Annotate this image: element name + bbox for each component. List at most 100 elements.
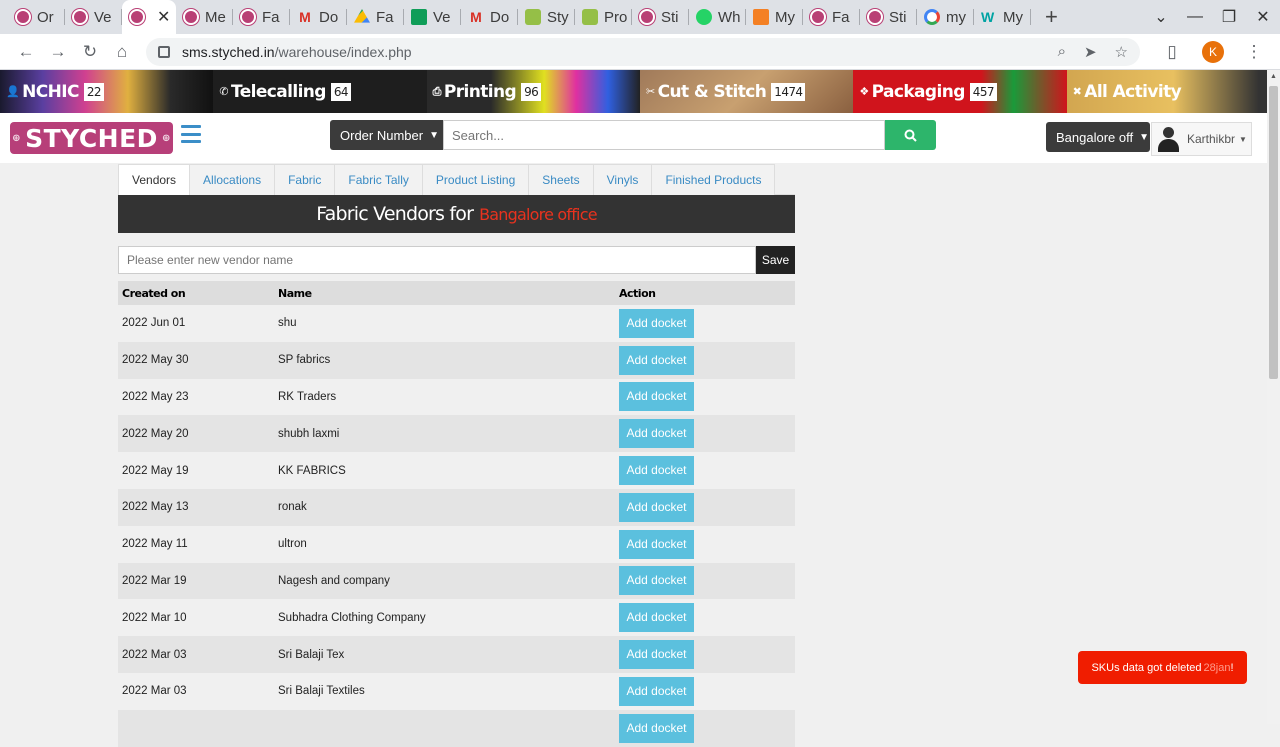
search-input[interactable] bbox=[443, 120, 885, 150]
scroll-up-icon[interactable]: ▲ bbox=[1267, 73, 1280, 80]
browser-tab-label: Sti bbox=[661, 8, 679, 26]
search-type-select[interactable]: Order Number ▼ bbox=[330, 120, 443, 150]
tab-allocations[interactable]: Allocations bbox=[189, 164, 276, 195]
side-panel-icon[interactable]: ▯ bbox=[1156, 42, 1188, 62]
browser-tab[interactable]: Or bbox=[8, 0, 65, 34]
url-host: sms.styched.in bbox=[182, 43, 275, 60]
styched-favicon-icon bbox=[72, 9, 88, 25]
add-docket-button[interactable]: Add docket bbox=[619, 382, 694, 412]
action-cell: Add docket bbox=[619, 308, 795, 338]
browser-tab[interactable]: Ve bbox=[65, 0, 122, 34]
minimize-button[interactable]: — bbox=[1178, 8, 1212, 26]
browser-tab[interactable]: My bbox=[746, 0, 803, 34]
browser-tab-label: my bbox=[946, 8, 966, 26]
profile-avatar[interactable]: K bbox=[1202, 40, 1224, 63]
avatar bbox=[1155, 126, 1181, 152]
browser-tab[interactable]: Pro bbox=[575, 0, 632, 34]
browser-tab[interactable]: Sty bbox=[518, 0, 575, 34]
browser-tab[interactable]: M Do bbox=[461, 0, 518, 34]
search-button[interactable] bbox=[885, 120, 936, 150]
page-scrollbar[interactable]: ▲ bbox=[1267, 70, 1280, 724]
browser-menu-icon[interactable]: ⋮ bbox=[1238, 42, 1270, 62]
lock-icon[interactable] bbox=[158, 45, 170, 58]
tab-finished-products[interactable]: Finished Products bbox=[651, 164, 776, 195]
add-docket-button[interactable]: Add docket bbox=[619, 419, 694, 449]
styched-logo[interactable]: ⊕ STYCHED ⊕ bbox=[10, 122, 173, 154]
add-docket-button[interactable]: Add docket bbox=[619, 492, 694, 522]
add-docket-button[interactable]: Add docket bbox=[619, 529, 694, 559]
browser-tab[interactable]: Sti bbox=[860, 0, 917, 34]
tab-vinyls[interactable]: Vinyls bbox=[592, 164, 653, 195]
url-field[interactable]: sms.styched.in/warehouse/index.php ⌕ ➤ ☆ bbox=[146, 37, 1140, 66]
action-cell: Add docket bbox=[619, 529, 795, 559]
close-tab-icon[interactable]: ✕ bbox=[157, 7, 170, 27]
close-window-button[interactable]: ✕ bbox=[1246, 7, 1280, 27]
banner-count: 64 bbox=[330, 82, 351, 101]
add-docket-button[interactable]: Add docket bbox=[619, 713, 694, 743]
add-docket-button[interactable]: Add docket bbox=[619, 603, 694, 633]
browser-tab[interactable]: W My bbox=[974, 0, 1031, 34]
browser-tab[interactable]: Fa bbox=[347, 0, 404, 34]
browser-tab[interactable]: M Do bbox=[290, 0, 347, 34]
home-icon[interactable]: ⌂ bbox=[106, 42, 138, 62]
tab-product-listing[interactable]: Product Listing bbox=[421, 164, 530, 195]
created-on-cell: 2022 May 23 bbox=[122, 390, 189, 403]
new-tab-button[interactable]: + bbox=[1045, 4, 1065, 30]
back-icon[interactable]: ← bbox=[10, 42, 42, 62]
browser-tab[interactable]: Fa bbox=[803, 0, 860, 34]
add-docket-button[interactable]: Add docket bbox=[619, 456, 694, 486]
banner-nchic[interactable]: 👤 NCHIC 22 bbox=[0, 70, 214, 113]
vendor-name-input[interactable] bbox=[118, 246, 756, 274]
restore-button[interactable]: ❐ bbox=[1212, 7, 1246, 27]
zoom-icon[interactable]: ⌕ bbox=[1058, 43, 1066, 61]
tab-fabric-tally[interactable]: Fabric Tally bbox=[334, 164, 423, 195]
vendor-name-cell: Nagesh and company bbox=[278, 574, 390, 587]
add-docket-button[interactable]: Add docket bbox=[619, 308, 694, 338]
add-docket-button[interactable]: Add docket bbox=[619, 345, 694, 375]
user-menu[interactable]: Karthikbr ▼ bbox=[1151, 122, 1252, 156]
add-docket-button[interactable]: Add docket bbox=[619, 676, 694, 706]
column-header: Name bbox=[278, 286, 312, 300]
browser-tab[interactable]: Fa bbox=[233, 0, 290, 34]
office-select[interactable]: Bangalore off ▼ bbox=[1046, 122, 1150, 152]
banner-count: 96 bbox=[521, 82, 542, 101]
browser-tab[interactable]: ✕ bbox=[122, 0, 176, 34]
scrollbar-thumb[interactable] bbox=[1269, 86, 1278, 379]
chevron-down-icon: ▼ bbox=[429, 129, 439, 141]
hamburger-menu-icon[interactable] bbox=[181, 125, 201, 143]
shopify-favicon-icon bbox=[582, 9, 598, 25]
tab-vendors[interactable]: Vendors bbox=[118, 164, 191, 195]
browser-tab[interactable]: Wh bbox=[689, 0, 746, 34]
tab-sheets[interactable]: Sheets bbox=[528, 164, 594, 195]
table-row: 2022 May 13 ronak Add docket bbox=[118, 488, 795, 526]
browser-tab[interactable]: Ve bbox=[404, 0, 461, 34]
created-on-cell: 2022 May 20 bbox=[122, 427, 189, 440]
forward-icon[interactable]: → bbox=[42, 42, 74, 62]
reload-icon[interactable]: ↻ bbox=[74, 42, 106, 62]
browser-tab[interactable]: Sti bbox=[632, 0, 689, 34]
styched-favicon-icon bbox=[867, 9, 883, 25]
tab-fabric[interactable]: Fabric bbox=[274, 164, 336, 195]
browser-tab[interactable]: Me bbox=[176, 0, 233, 34]
browser-tab[interactable]: my bbox=[917, 0, 974, 34]
add-docket-button[interactable]: Add docket bbox=[619, 640, 694, 670]
banner-count: 1474 bbox=[771, 82, 806, 101]
banner-all-activity[interactable]: ✖ All Activity bbox=[1066, 70, 1280, 113]
tab-search-icon[interactable]: ⌄ bbox=[1144, 7, 1178, 27]
banner-printing[interactable]: ⎙ Printing 96 bbox=[426, 70, 640, 113]
styched-favicon-icon bbox=[15, 9, 31, 25]
bookmark-star-icon[interactable]: ☆ bbox=[1115, 43, 1128, 61]
add-docket-button[interactable]: Add docket bbox=[619, 566, 694, 596]
action-cell: Add docket bbox=[619, 419, 795, 449]
banner-telecalling[interactable]: ✆ Telecalling 64 bbox=[213, 70, 427, 113]
banner-cut-stitch[interactable]: ✂ Cut & Stitch 1474 bbox=[639, 70, 854, 113]
save-button[interactable]: Save bbox=[756, 246, 795, 274]
send-icon[interactable]: ➤ bbox=[1084, 43, 1097, 61]
button-dot-icon: ⊕ bbox=[161, 132, 171, 144]
table-row: 2022 Mar 03 Sri Balaji Textiles Add docket bbox=[118, 673, 795, 710]
table-body: 2022 Jun 01 shu Add docket 2022 May 30 SP fa… bbox=[118, 305, 795, 747]
google-favicon-icon bbox=[924, 9, 940, 25]
scissors-icon: ✂ bbox=[645, 85, 655, 98]
toast-highlight: 28jan bbox=[1203, 661, 1231, 674]
banner-packaging[interactable]: ❖ Packaging 457 bbox=[853, 70, 1067, 113]
